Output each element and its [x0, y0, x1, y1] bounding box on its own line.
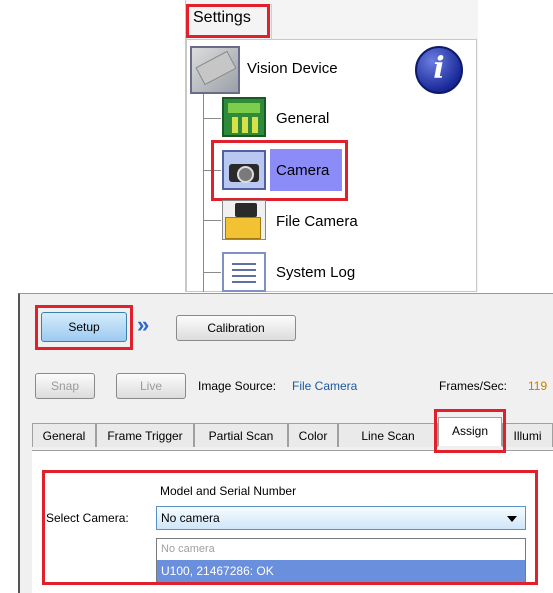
tree-connector — [203, 94, 204, 292]
calibration-button[interactable]: Calibration — [176, 315, 296, 341]
tree-item-system-log[interactable]: System Log — [276, 264, 355, 281]
general-settings-icon — [222, 97, 266, 137]
vision-device-icon — [190, 46, 240, 94]
tab-illumination[interactable]: Illumi — [502, 423, 553, 447]
tab-general[interactable]: General — [32, 423, 96, 447]
camera-highlight — [211, 140, 348, 201]
tree-connector — [203, 118, 221, 119]
assign-tab-highlight — [434, 409, 506, 453]
frames-per-sec-value: 119 — [528, 379, 548, 393]
live-button[interactable]: Live — [116, 373, 186, 399]
tab-line-scan[interactable]: Line Scan — [338, 423, 438, 447]
tree-item-file-camera[interactable]: File Camera — [276, 213, 358, 230]
image-source-label: Image Source: — [198, 379, 277, 393]
tree-connector — [203, 220, 221, 221]
tab-color[interactable]: Color — [288, 423, 338, 447]
info-icon[interactable]: i — [415, 46, 463, 94]
tree-connector — [203, 272, 221, 273]
image-source-value: File Camera — [292, 379, 358, 393]
frames-per-sec-label: Frames/Sec: — [439, 379, 508, 393]
snap-button[interactable]: Snap — [35, 373, 95, 399]
double-chevron-right-icon: » — [137, 312, 150, 337]
tree-item-general[interactable]: General — [276, 110, 329, 127]
tab-partial-scan[interactable]: Partial Scan — [194, 423, 288, 447]
settings-tab-highlight — [186, 4, 270, 38]
system-log-icon — [222, 252, 266, 292]
tab-frame-trigger[interactable]: Frame Trigger — [96, 423, 194, 447]
tree-item-vision-device[interactable]: Vision Device — [247, 60, 338, 77]
file-camera-icon — [222, 200, 266, 240]
setup-highlight — [35, 305, 133, 350]
camera-selection-highlight — [42, 470, 538, 585]
